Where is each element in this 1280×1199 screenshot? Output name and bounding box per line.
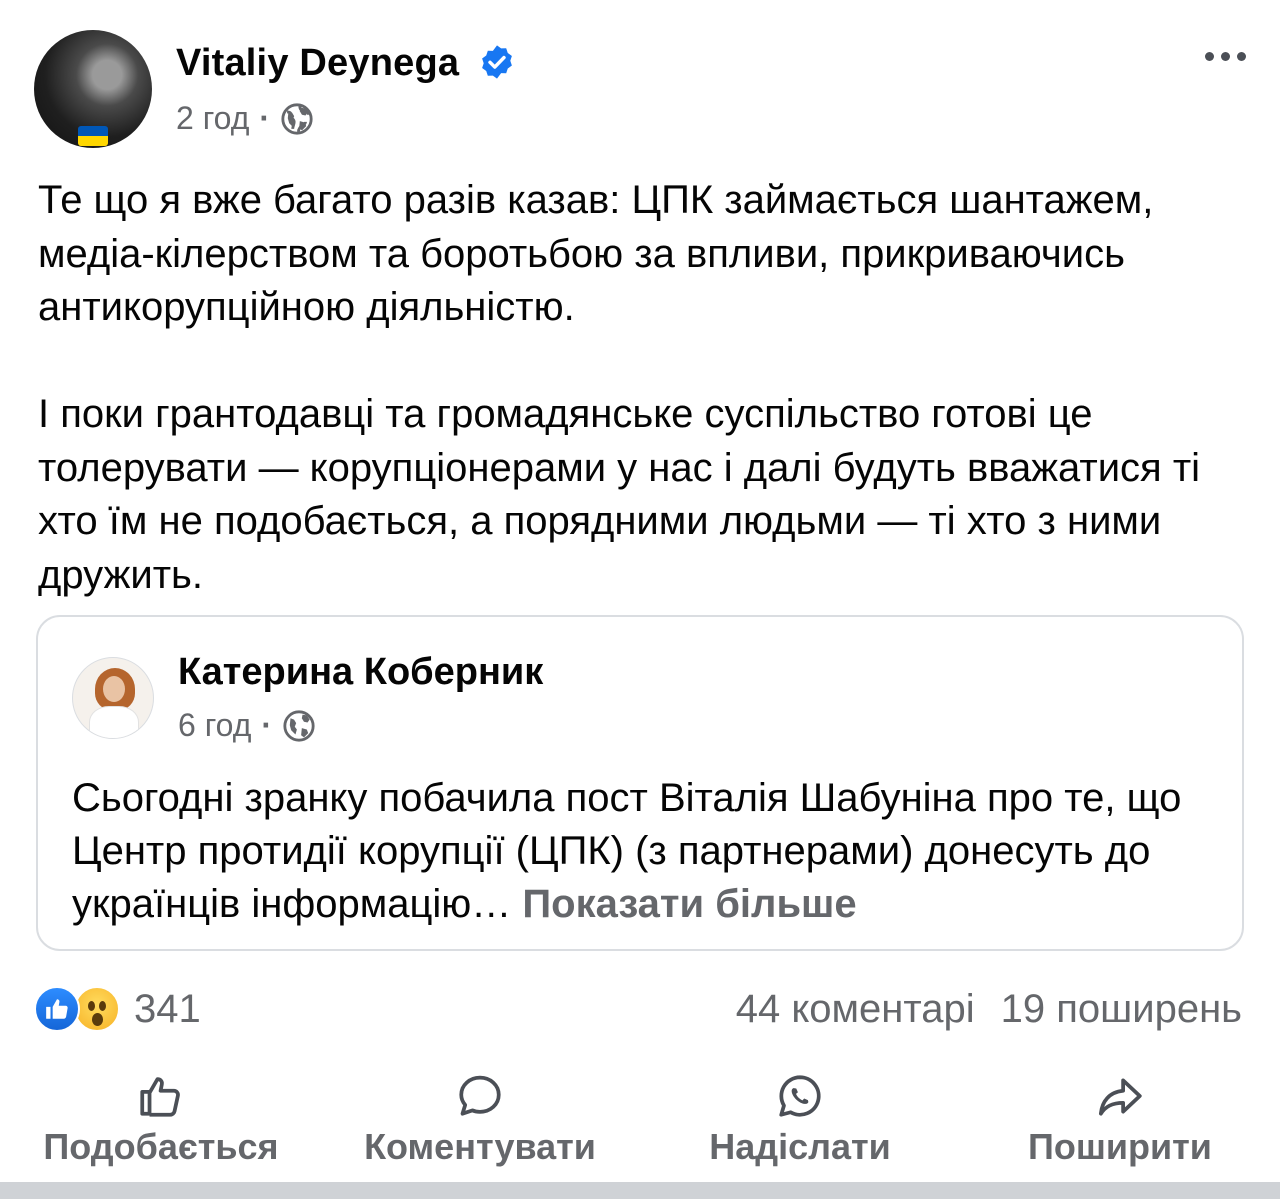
more-dots-icon[interactable] — [1205, 52, 1246, 61]
send-label: Надіслати — [709, 1126, 891, 1167]
post-paragraph: Те що я вже багато разів казав: ЦПК займ… — [38, 178, 1154, 329]
like-button[interactable]: Подобається — [36, 1068, 286, 1168]
reactions-count[interactable]: 341 — [134, 987, 201, 1032]
ukraine-flag-icon — [78, 126, 108, 146]
like-reaction-icon — [34, 986, 80, 1032]
comment-label: Коментувати — [364, 1126, 596, 1167]
bottom-divider — [0, 1182, 1280, 1199]
reaction-icons — [34, 986, 120, 1032]
post-header: Vitaliy Deynega 2 год · — [34, 30, 1246, 150]
share-button[interactable]: Поширити — [1018, 1068, 1222, 1168]
post-paragraph: І поки грантодавці та громадянське суспі… — [38, 392, 1201, 597]
share-arrow-icon — [1098, 1078, 1142, 1116]
comment-button[interactable]: Коментувати — [352, 1068, 608, 1168]
globe-icon — [281, 102, 313, 135]
action-bar: Подобається Коментувати Надіслати Пошири… — [0, 1068, 1280, 1178]
send-button[interactable]: Надіслати — [700, 1068, 900, 1168]
wow-reaction-icon — [74, 986, 120, 1032]
thumbs-up-icon — [140, 1077, 180, 1117]
shared-post-meta: 6 год · — [178, 707, 316, 744]
post-body: Те що я вже багато разів казав: ЦПК займ… — [38, 174, 1253, 602]
meta-separator: · — [261, 707, 273, 743]
shared-author-avatar[interactable] — [72, 657, 154, 739]
shared-author-name[interactable]: Катерина Коберник — [178, 651, 543, 694]
engagement-counts: 44 коментарі 19 поширень — [736, 986, 1242, 1032]
shares-count[interactable]: 19 поширень — [1001, 986, 1242, 1032]
comment-bubble-icon — [459, 1075, 501, 1116]
post-meta: 2 год · — [176, 100, 314, 137]
post-time[interactable]: 2 год — [176, 100, 249, 137]
author-name-text: Vitaliy Deynega — [176, 42, 460, 84]
shared-post-text: Сьогодні зранку побачила пост Віталія Ша… — [72, 772, 1222, 931]
meta-separator: · — [259, 100, 271, 136]
whatsapp-icon — [779, 1075, 821, 1117]
see-more-link[interactable]: Показати більше — [522, 882, 856, 926]
author-name[interactable]: Vitaliy Deynega — [176, 42, 516, 85]
author-avatar[interactable] — [34, 30, 152, 148]
verified-badge-icon — [482, 45, 512, 79]
share-label: Поширити — [1028, 1126, 1212, 1167]
like-label: Подобається — [43, 1126, 279, 1167]
reactions-summary[interactable]: 341 — [34, 986, 201, 1032]
comments-count[interactable]: 44 коментарі — [736, 986, 975, 1032]
shared-post-card[interactable]: Катерина Коберник 6 год · Сьогодні зранк… — [36, 615, 1244, 951]
shared-post-time[interactable]: 6 год — [178, 707, 251, 744]
globe-icon — [283, 709, 315, 742]
